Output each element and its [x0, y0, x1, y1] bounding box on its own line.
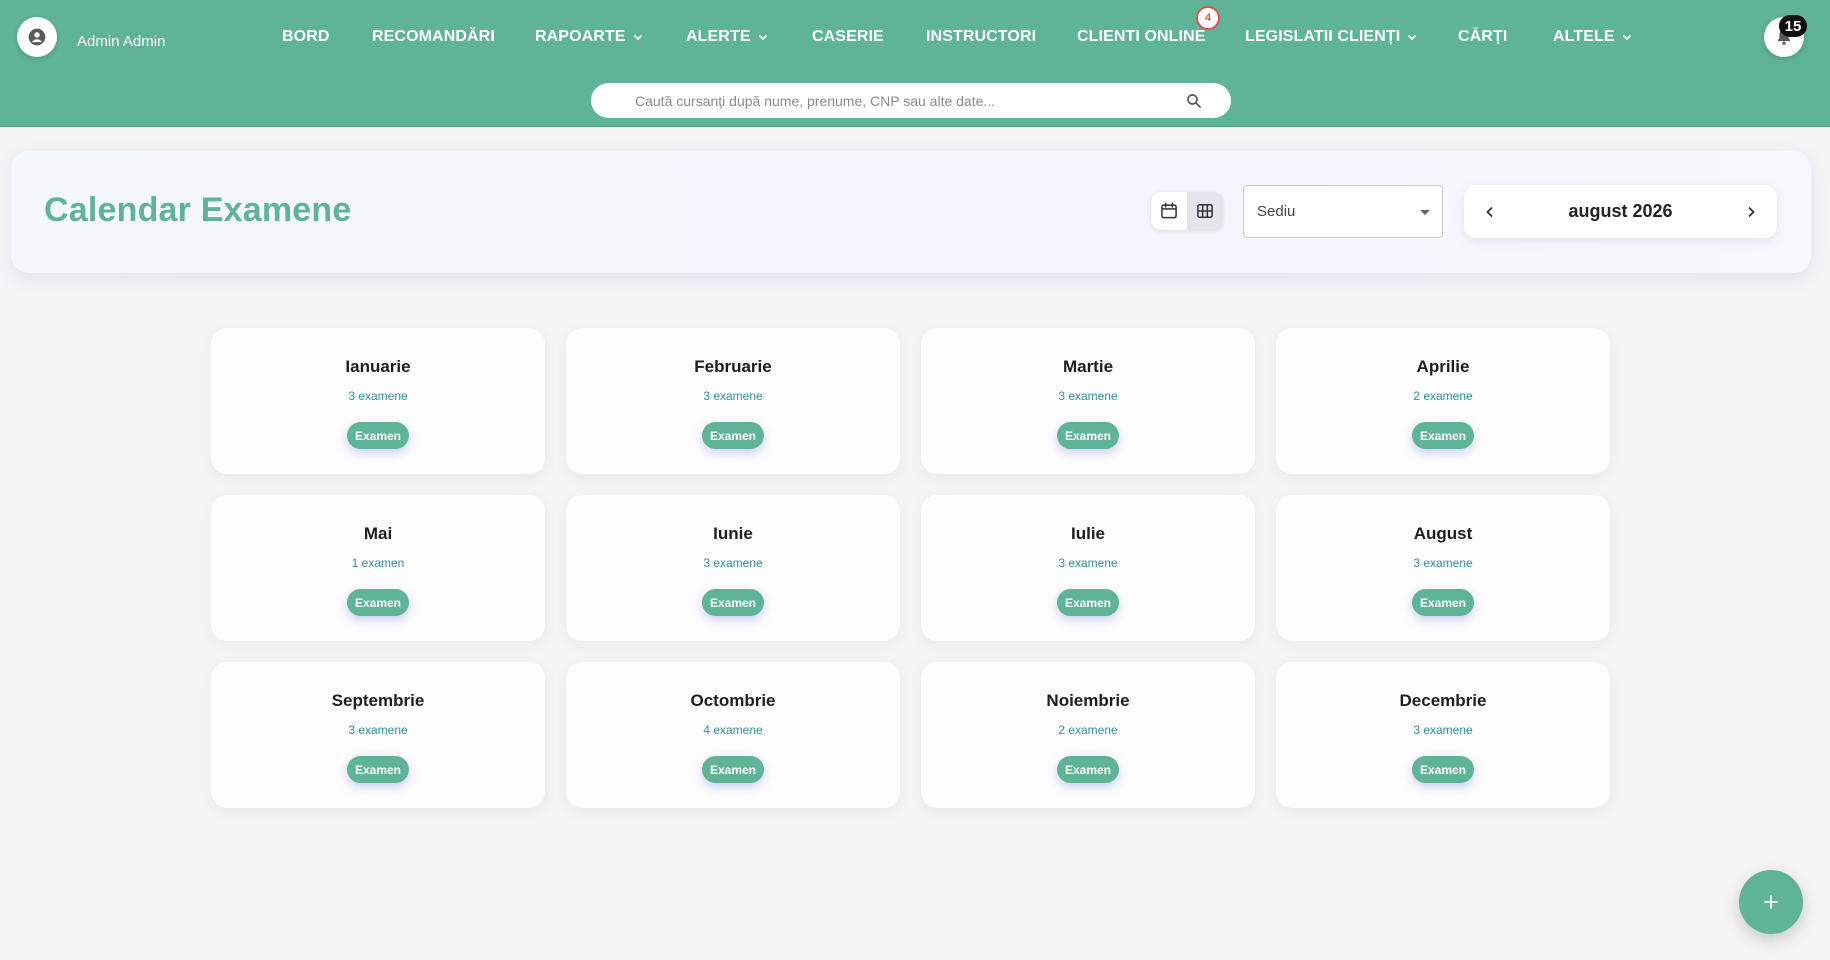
month-card-martie[interactable]: Martie 3 examene Examen — [921, 328, 1255, 474]
month-name: Aprilie — [1416, 357, 1470, 376]
calendar-icon — [1161, 202, 1177, 219]
month-name: Iulie — [1070, 524, 1105, 543]
month-name: Iunie — [713, 524, 753, 543]
exam-count: 3 examene — [703, 556, 763, 570]
month-name: Septembrie — [331, 691, 425, 710]
exam-count: 3 examene — [1413, 723, 1473, 737]
add-exam-button[interactable] — [1739, 870, 1803, 934]
month-card-iulie[interactable]: Iulie 3 examene Examen — [921, 495, 1255, 641]
exam-tag[interactable]: Examen — [701, 422, 765, 449]
month-name: Ianuarie — [345, 357, 411, 376]
user-avatar[interactable] — [17, 17, 57, 57]
month-name: Martie — [1062, 357, 1114, 376]
page-title: Calendar Examene — [44, 191, 352, 229]
exam-count: 3 examene — [1413, 556, 1473, 570]
exam-count: 4 examene — [703, 723, 763, 737]
month-card-noiembrie[interactable]: Noiembrie 2 examene Examen — [921, 662, 1255, 808]
search-input[interactable] — [591, 83, 1231, 118]
exam-tag[interactable]: Examen — [1056, 589, 1120, 616]
month-name: Octombrie — [690, 691, 776, 710]
nav-item-instructori[interactable]: INSTRUCTORI — [926, 27, 1036, 47]
month-navigator: august 2026 — [1464, 185, 1777, 238]
exam-count: 3 examene — [703, 389, 763, 403]
chevron-down-icon — [632, 31, 644, 43]
month-card-octombrie[interactable]: Octombrie 4 examene Examen — [566, 662, 900, 808]
clients-online-badge: 4 — [1196, 6, 1220, 30]
top-navbar: Admin Admin BORD RECOMANDĂRI RAPOARTE AL… — [0, 0, 1830, 127]
branch-select-value: Sediu — [1257, 203, 1296, 220]
notifications-count-badge: 15 — [1779, 15, 1807, 37]
nav-item-caserie[interactable]: CASERIE — [812, 27, 884, 47]
chevron-down-icon — [1406, 31, 1418, 43]
nav-item-alerte[interactable]: ALERTE — [686, 27, 769, 47]
exam-count: 3 examene — [348, 389, 408, 403]
exam-tag[interactable]: Examen — [1411, 422, 1475, 449]
exam-tag[interactable]: Examen — [346, 422, 410, 449]
month-name: August — [1413, 524, 1473, 543]
user-name[interactable]: Admin Admin — [77, 33, 165, 50]
chevron-down-icon — [1621, 31, 1633, 43]
calendar-header: Calendar Examene Sediu august 2026 — [11, 151, 1811, 273]
exam-count: 2 examene — [1413, 389, 1473, 403]
month-name: Decembrie — [1399, 691, 1487, 710]
month-card-aprilie[interactable]: Aprilie 2 examene Examen — [1276, 328, 1610, 474]
user-circle-icon — [28, 28, 46, 46]
exam-count: 1 examen — [351, 556, 405, 570]
view-toggle — [1151, 192, 1223, 230]
exam-tag[interactable]: Examen — [1056, 422, 1120, 449]
exam-tag[interactable]: Examen — [1056, 756, 1120, 783]
exam-tag[interactable]: Examen — [346, 756, 410, 783]
exam-tag[interactable]: Examen — [346, 589, 410, 616]
month-card-iunie[interactable]: Iunie 3 examene Examen — [566, 495, 900, 641]
month-name: Mai — [363, 524, 393, 543]
exam-tag[interactable]: Examen — [1411, 756, 1475, 783]
month-name: Noiembrie — [1046, 691, 1130, 710]
caret-down-icon — [1420, 210, 1430, 215]
next-month-button[interactable] — [1741, 202, 1761, 222]
exam-count: 3 examene — [1058, 389, 1118, 403]
month-card-decembrie[interactable]: Decembrie 3 examene Examen — [1276, 662, 1610, 808]
exam-tag[interactable]: Examen — [701, 756, 765, 783]
exam-count: 2 examene — [1058, 723, 1118, 737]
chevron-right-icon — [1748, 206, 1755, 218]
exam-tag[interactable]: Examen — [701, 589, 765, 616]
nav-item-altele[interactable]: ALTELE — [1553, 27, 1633, 47]
grid-icon — [1197, 204, 1213, 218]
month-card-ianuarie[interactable]: Ianuarie 3 examene Examen — [211, 328, 545, 474]
month-card-august[interactable]: August 3 examene Examen — [1276, 495, 1610, 641]
month-card-februarie[interactable]: Februarie 3 examene Examen — [566, 328, 900, 474]
exam-tag[interactable]: Examen — [1411, 589, 1475, 616]
exam-count: 3 examene — [348, 723, 408, 737]
year-grid-view-button[interactable] — [1187, 192, 1223, 230]
month-card-septembrie[interactable]: Septembrie 3 examene Examen — [211, 662, 545, 808]
nav-item-legislatii-clienti[interactable]: LEGISLATII CLIENȚI — [1245, 27, 1418, 47]
exam-count: 3 examene — [1058, 556, 1118, 570]
plus-icon — [1764, 895, 1778, 909]
nav-item-bord[interactable]: BORD — [282, 27, 330, 47]
months-grid: Ianuarie 3 examene Examen Februarie 3 ex… — [211, 328, 1610, 808]
nav-item-rapoarte[interactable]: RAPOARTE — [535, 27, 644, 47]
month-view-button[interactable] — [1151, 192, 1187, 230]
search-icon[interactable] — [1185, 92, 1203, 110]
month-name: Februarie — [694, 357, 772, 376]
chevron-down-icon — [757, 31, 769, 43]
student-search — [591, 83, 1231, 118]
nav-item-clienti-online[interactable]: CLIENTI ONLINE — [1077, 27, 1206, 47]
current-month-label: august 2026 — [1568, 201, 1673, 221]
month-card-mai[interactable]: Mai 1 examen Examen — [211, 495, 545, 641]
nav-item-recomandari[interactable]: RECOMANDĂRI — [372, 27, 495, 47]
nav-item-carti[interactable]: CĂRȚI — [1458, 27, 1507, 47]
branch-select[interactable]: Sediu — [1243, 185, 1443, 238]
